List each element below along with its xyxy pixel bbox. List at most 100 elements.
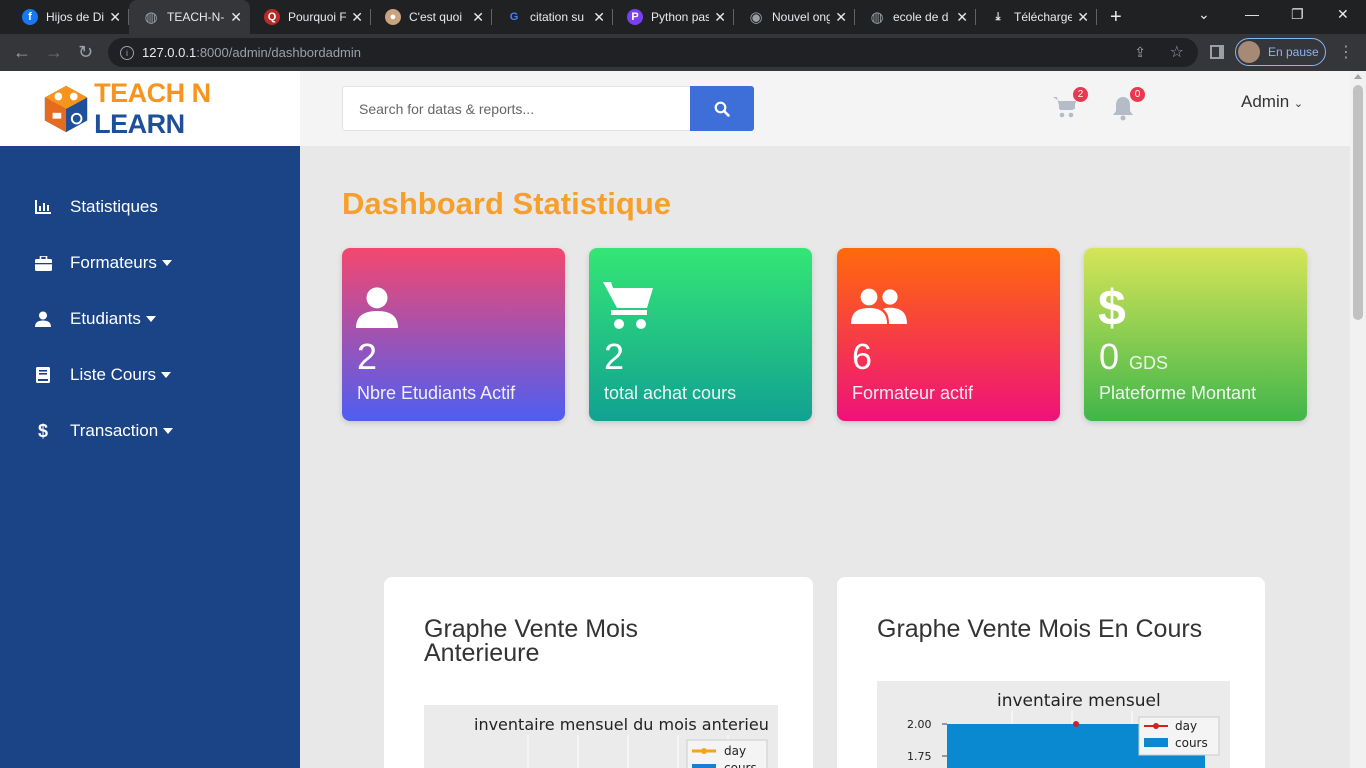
legend-marker-day <box>1153 723 1159 729</box>
chart-panel-previous-month: Graphe Vente Mois Anterieure inventaire … <box>384 577 813 768</box>
sidebar-item-label: Formateurs <box>70 253 157 272</box>
new-tab-button[interactable]: + <box>1110 6 1122 28</box>
profile-button[interactable]: En pause <box>1235 38 1326 66</box>
sidebar-item-transaction[interactable]: $ Transaction <box>34 421 174 441</box>
browser-tab[interactable]: Gcitation su ✕ <box>492 0 613 34</box>
panel-title: Graphe Vente Mois Anterieure <box>424 615 639 667</box>
scroll-up-arrow-icon[interactable] <box>1354 74 1362 79</box>
reload-icon[interactable]: ↻ <box>78 42 93 62</box>
y-tick-label: 1.75 <box>907 750 932 763</box>
page-title: Dashboard Statistique <box>342 186 671 221</box>
share-icon[interactable]: ⇪ <box>1134 44 1146 61</box>
notification-badge: 0 <box>1130 87 1145 102</box>
menu-kebab-icon[interactable]: ⋮ <box>1338 42 1354 62</box>
chart-previous-month-svg: inventaire mensuel du mois anterieu day … <box>474 715 769 768</box>
cart-button[interactable]: 2 <box>1052 87 1088 124</box>
caret-down-icon <box>161 260 172 266</box>
close-tab-icon[interactable]: ✕ <box>1077 9 1089 25</box>
sidebar-item-statistiques[interactable]: Statistiques <box>34 197 158 217</box>
stat-card[interactable]: $0 GDS Plateforme Montant <box>1084 248 1307 421</box>
search-button[interactable] <box>690 86 754 131</box>
side-panel-icon[interactable] <box>1210 45 1224 59</box>
logo-mark-icon <box>44 85 88 132</box>
stat-card[interactable]: 2 Nbre Etudiants Actif <box>342 248 565 421</box>
sidebar-item-label: Transaction <box>70 421 159 440</box>
stat-card[interactable]: 6 Formateur actif <box>837 248 1060 421</box>
caret-down-icon <box>160 372 171 378</box>
legend-label-cours: cours <box>1175 736 1208 750</box>
close-window-button[interactable]: ✕ <box>1337 6 1349 23</box>
browser-tab[interactable]: ⤓ Télécharge ✕ <box>976 0 1097 34</box>
logo[interactable]: TEACH N LEARN <box>0 71 300 146</box>
page-scrollbar[interactable] <box>1350 71 1366 768</box>
forward-icon[interactable]: → <box>45 42 63 62</box>
browser-tab[interactable]: P Python pas ✕ <box>613 0 734 34</box>
url-host: 127.0.0.1 <box>142 45 197 60</box>
legend-label-cours: cours <box>724 761 757 768</box>
stat-value: 6 <box>852 336 872 378</box>
browser-tab[interactable]: ◉ Nouvel ong ✕ <box>734 0 855 34</box>
y-tick-label: 2.00 <box>907 718 932 731</box>
close-tab-icon[interactable]: ✕ <box>956 9 968 25</box>
tab-search-chevron-icon[interactable]: ⌄ <box>1198 6 1210 23</box>
sidebar-item-formateurs[interactable]: Formateurs <box>34 253 172 273</box>
notification-button[interactable]: 0 <box>1111 87 1145 126</box>
browser-tab-title: Nouvel ong <box>772 10 830 24</box>
search-icon <box>714 101 730 117</box>
browser-tab[interactable]: ● C'est quoi ✕ <box>371 0 492 34</box>
sidebar-item-label: Liste Cours <box>70 365 156 384</box>
stat-card[interactable]: 2 total achat cours <box>589 248 812 421</box>
sidebar-item-liste-cours[interactable]: Liste Cours <box>34 365 171 385</box>
back-icon[interactable]: ← <box>13 42 31 62</box>
sidebar-item-etudiants[interactable]: Etudiants <box>34 309 156 329</box>
stat-value: 0 GDS <box>1099 336 1168 378</box>
url-text[interactable]: 127.0.0.1:8000/admin/dashbordadmin <box>142 45 361 60</box>
browser-tab[interactable]: Q Pourquoi F ✕ <box>250 0 371 34</box>
browser-tab-title: citation su <box>530 10 585 24</box>
site-icon: ● <box>385 9 401 25</box>
chart-title: inventaire mensuel du mois anterieu <box>474 715 769 734</box>
stat-unit: GDS <box>1129 353 1169 373</box>
minimize-button[interactable]: — <box>1245 6 1259 22</box>
logo-text-part2: LEARN <box>94 108 185 139</box>
cart-badge: 2 <box>1073 87 1088 102</box>
globe-icon: ◍ <box>870 9 884 26</box>
close-tab-icon[interactable]: ✕ <box>835 9 847 25</box>
browser-tab-title: ecole de d <box>893 10 949 24</box>
close-tab-icon[interactable]: ✕ <box>230 9 242 25</box>
site-info-icon[interactable]: i <box>120 45 134 60</box>
briefcase-icon <box>34 254 52 272</box>
book-icon <box>34 366 52 384</box>
user-menu[interactable]: Admin ⌄ <box>1241 92 1303 112</box>
user-name: Admin <box>1241 92 1290 111</box>
close-tab-icon[interactable]: ✕ <box>109 9 121 25</box>
stat-number: 2 <box>357 336 378 377</box>
dollar-icon: $ <box>1098 280 1126 336</box>
browser-tab-strip: f Hijos de Di ✕ ◍ TEACH-N-L ✕ Q Pourquoi F ✕ ● C'e… <box>0 0 1366 34</box>
search-box <box>342 86 754 131</box>
scrollbar-thumb[interactable] <box>1353 85 1363 320</box>
browser-tab-title: C'est quoi <box>409 10 462 24</box>
bookmark-star-icon[interactable]: ☆ <box>1170 42 1184 62</box>
close-tab-icon[interactable]: ✕ <box>472 9 484 25</box>
stat-value: 2 <box>357 336 377 378</box>
url-field[interactable]: i 127.0.0.1:8000/admin/dashbordadmin ⇪ ☆ <box>108 38 1198 67</box>
user-icon <box>356 286 398 333</box>
close-tab-icon[interactable]: ✕ <box>593 9 605 25</box>
quora-icon: Q <box>264 9 280 25</box>
browser-tab[interactable]: f Hijos de Di ✕ <box>8 0 129 34</box>
stat-label: Nbre Etudiants Actif <box>357 383 516 403</box>
close-tab-icon[interactable]: ✕ <box>714 9 726 25</box>
legend-marker-day <box>701 748 707 754</box>
browser-tab[interactable]: ◍ ecole de d ✕ <box>855 0 976 34</box>
browser-tab[interactable]: ◍ TEACH-N-L ✕ <box>129 0 250 34</box>
legend-label-day: day <box>1175 719 1197 733</box>
restore-button[interactable]: ❐ <box>1291 6 1304 23</box>
chart-current-month: inventaire mensuel day cours 2.00 1.75 <box>877 681 1230 768</box>
profile-status: En pause <box>1268 45 1319 59</box>
users-icon <box>851 288 907 331</box>
facebook-icon: f <box>22 9 38 25</box>
browser-tab-title: Pourquoi F <box>288 10 346 24</box>
close-tab-icon[interactable]: ✕ <box>351 9 363 25</box>
search-input[interactable] <box>343 87 691 130</box>
